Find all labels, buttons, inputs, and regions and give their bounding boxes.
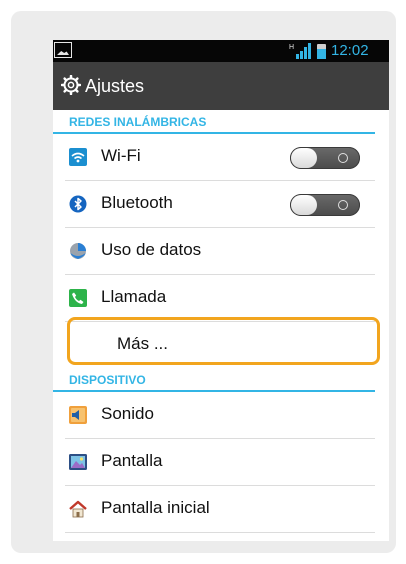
wifi-toggle[interactable] [290,147,360,169]
status-time: 12:02 [331,42,369,59]
network-type: H [289,44,294,51]
settings-item-display[interactable]: Pantalla [65,439,375,486]
home-icon [69,500,87,518]
phone-screen: H 12:02 Ajustes REDES INALÁMBRICAS Wi-Fi… [53,40,389,541]
wifi-icon [69,148,87,166]
phone-call-icon [69,289,87,307]
settings-item-label: Wi-Fi [101,146,141,165]
settings-item-label: Bluetooth [101,193,173,212]
settings-item-sound[interactable]: Sonido [65,392,375,439]
toggle-knob [291,195,317,215]
highlight-annotation [67,317,380,365]
settings-item-data-usage[interactable]: Uso de datos [65,228,375,275]
section-header-wireless: REDES INALÁMBRICAS [53,112,375,134]
battery-icon [317,44,326,59]
section-header-label: DISPOSITIVO [69,373,146,387]
action-bar: Ajustes [53,62,389,110]
settings-item-call[interactable]: Llamada [65,275,375,322]
settings-item-label: Pantalla inicial [101,498,210,517]
bluetooth-toggle[interactable] [290,194,360,216]
display-icon [69,454,87,470]
image-notification-icon [54,42,72,58]
settings-gear-icon[interactable] [61,75,81,95]
signal-bars-icon: H [289,43,311,59]
section-header-device: DISPOSITIVO [53,370,375,392]
section-header-label: REDES INALÁMBRICAS [69,115,207,129]
settings-item-wifi[interactable]: Wi-Fi [65,134,375,181]
settings-item-label: Sonido [101,404,154,423]
settings-item-label: Pantalla [101,451,163,470]
sound-icon [69,406,87,424]
settings-item-label: Uso de datos [101,240,202,259]
settings-item-label: Llamada [101,287,167,306]
bluetooth-icon [69,195,87,213]
settings-item-bluetooth[interactable]: Bluetooth [65,181,375,228]
data-usage-icon [70,243,86,259]
toggle-off-indicator [338,153,348,163]
status-bar: H 12:02 [53,40,389,62]
page-title: Ajustes [85,76,145,96]
settings-item-home-screen[interactable]: Pantalla inicial [65,486,375,533]
toggle-knob [291,148,317,168]
toggle-off-indicator [338,200,348,210]
